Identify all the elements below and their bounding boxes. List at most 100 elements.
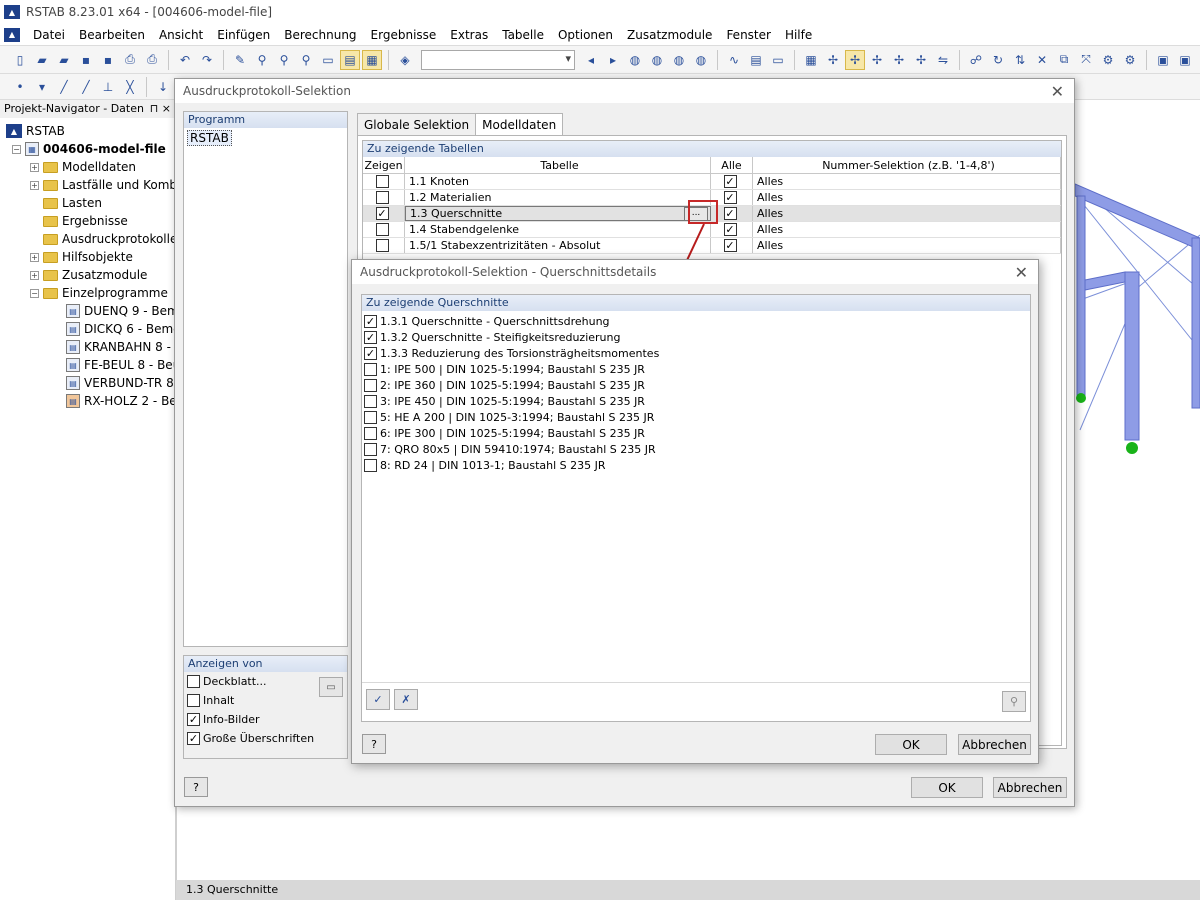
loadcase-icon[interactable]: ◈ [395, 50, 415, 70]
loadcase-combo[interactable] [421, 49, 575, 70]
menu-bearbeiten[interactable]: Bearbeiten [72, 28, 152, 42]
table-row[interactable]: 1.1 Knoten ✓ Alles [363, 174, 1061, 190]
view-x-icon[interactable]: ✢ [823, 50, 843, 70]
tree-item-lastfaelle[interactable]: + Lastfälle und Kombinationen [0, 176, 175, 194]
checkbox[interactable]: ✓ [723, 175, 737, 188]
expand-icon[interactable]: + [30, 180, 39, 190]
tree-program-rxholz[interactable]: ▤ RX-HOLZ 2 - Bemessung [0, 392, 175, 410]
tree-item-zusatzmodule[interactable]: + Zusatzmodule [0, 266, 175, 284]
tree-program-verbund[interactable]: ▤ VERBUND-TR 8 - Verbund [0, 374, 175, 392]
member-icon[interactable]: ╱ [54, 77, 74, 97]
view-pan-icon[interactable]: ⇋ [933, 50, 953, 70]
cover-settings-icon[interactable]: ▭ [319, 677, 343, 697]
import-icon[interactable]: ▣ [1175, 50, 1195, 70]
results-icon[interactable]: ◍ [625, 50, 645, 70]
checkbox[interactable] [364, 442, 377, 456]
model-3d-view[interactable] [1074, 100, 1200, 880]
checkbox[interactable] [187, 675, 200, 688]
checkbox[interactable] [187, 694, 200, 707]
program-item-rstab[interactable]: RSTAB [187, 130, 232, 146]
menu-berechnung[interactable]: Berechnung [277, 28, 363, 42]
redo-icon[interactable]: ↷ [197, 50, 217, 70]
open-multi-icon[interactable]: ▰ [54, 50, 74, 70]
save-all-icon[interactable]: ▪ [98, 50, 118, 70]
checkbox[interactable]: ✓ [187, 713, 200, 726]
list-item[interactable]: 1: IPE 500 | DIN 1025-5:1994; Baustahl S… [362, 361, 1030, 377]
selection-value[interactable]: Alles [753, 238, 1061, 253]
navigator-pin-icon[interactable]: ⊓ × [150, 100, 171, 118]
tab-modelldaten[interactable]: Modelldaten [475, 113, 564, 136]
undo-icon[interactable]: ↶ [175, 50, 195, 70]
zoom-window-icon[interactable]: ⚲ [296, 50, 316, 70]
selection-value[interactable]: Alles [753, 174, 1061, 189]
results-extreme-icon[interactable]: ◍ [691, 50, 711, 70]
option-grosse-ueberschriften[interactable]: ✓ Große Überschriften [184, 729, 347, 748]
menu-fenster[interactable]: Fenster [719, 28, 778, 42]
tree-model[interactable]: − ▦ 004606-model-file [0, 140, 175, 158]
save-icon[interactable]: ▪ [76, 50, 96, 70]
view-iso-icon[interactable]: ▦ [801, 50, 821, 70]
hinge-icon[interactable]: ╳ [120, 77, 140, 97]
close-icon[interactable]: ✕ [1051, 82, 1064, 101]
menu-datei[interactable]: Datei [26, 28, 72, 42]
checkbox[interactable] [364, 426, 377, 440]
expand-icon[interactable]: + [30, 162, 39, 172]
collapse-icon[interactable]: − [12, 144, 21, 154]
move-icon[interactable]: ⤧ [1076, 50, 1096, 70]
member-set-icon[interactable]: ╱ [76, 77, 96, 97]
deselect-all-icon[interactable]: ✗ [394, 689, 418, 710]
menu-ergebnisse[interactable]: Ergebnisse [364, 28, 444, 42]
menu-zusatzmodule[interactable]: Zusatzmodule [620, 28, 719, 42]
new-file-icon[interactable]: ▯ [10, 50, 30, 70]
checkbox[interactable]: ✓ [364, 346, 377, 360]
node-icon[interactable]: • [10, 77, 30, 97]
help-icon[interactable]: ? [184, 777, 208, 797]
list-item[interactable]: 5: HE A 200 | DIN 1025-3:1994; Baustahl … [362, 409, 1030, 425]
gear-icon[interactable]: ⚙ [1120, 50, 1140, 70]
checkbox[interactable]: ✓ [364, 330, 377, 344]
next-arrow-icon[interactable]: ▸ [603, 50, 623, 70]
deformation-icon[interactable]: ∿ [724, 50, 744, 70]
tree-program-kranbahn[interactable]: ▤ KRANBAHN 8 - Bemessung [0, 338, 175, 356]
checkbox[interactable] [375, 239, 389, 252]
select-all-icon[interactable]: ✓ [366, 689, 390, 710]
checkbox[interactable] [364, 394, 377, 408]
results-min-icon[interactable]: ◍ [669, 50, 689, 70]
checkbox[interactable] [364, 362, 377, 376]
close-icon[interactable]: ✕ [1015, 263, 1028, 282]
results-max-icon[interactable]: ◍ [647, 50, 667, 70]
frame-icon[interactable]: ▭ [318, 50, 338, 70]
support-icon[interactable]: ⊥ [98, 77, 118, 97]
settings-icon[interactable]: ⚙ [1098, 50, 1118, 70]
delete-icon[interactable]: ✕ [1032, 50, 1052, 70]
values-icon[interactable]: ▤ [746, 50, 766, 70]
list-item[interactable]: 7: QRO 80x5 | DIN 59410:1974; Baustahl S… [362, 441, 1030, 457]
ok-button[interactable]: OK [875, 734, 947, 755]
menu-einfuegen[interactable]: Einfügen [210, 28, 277, 42]
dropdown-icon[interactable]: ▾ [32, 77, 52, 97]
view-y-icon[interactable]: ✢ [845, 49, 865, 70]
print-icon[interactable]: ⎙ [120, 50, 140, 70]
select-icon[interactable]: ☍ [966, 50, 986, 70]
list-item[interactable]: ✓ 1.3.3 Reduzierung des Torsionsträgheits… [362, 345, 1030, 361]
cancel-button[interactable]: Abbrechen [993, 777, 1067, 798]
selection-value[interactable]: Alles [753, 190, 1061, 205]
checkbox[interactable] [375, 191, 389, 204]
tree-program-febeul[interactable]: ▤ FE-BEUL 8 - Beulsicherheit [0, 356, 175, 374]
view-iz-icon[interactable]: ✢ [889, 50, 909, 70]
checkbox[interactable]: ✓ [187, 732, 200, 745]
app-menu-icon[interactable]: ▲ [4, 27, 20, 42]
selection-value[interactable]: Alles [753, 222, 1061, 237]
ok-button[interactable]: OK [911, 777, 983, 798]
list-item[interactable]: 8: RD 24 | DIN 1013-1; Baustahl S 235 JR [362, 457, 1030, 473]
checkbox[interactable] [364, 410, 377, 424]
checkbox[interactable]: ✓ [364, 314, 377, 328]
selection-value[interactable]: Alles [753, 206, 1061, 221]
collapse-icon[interactable]: − [30, 288, 39, 298]
cancel-button[interactable]: Abbrechen [958, 734, 1031, 755]
tab-globale-selektion[interactable]: Globale Selektion [357, 113, 477, 135]
checkbox[interactable] [364, 458, 377, 472]
tree-item-einzelprogramme[interactable]: − Einzelprogramme [0, 284, 175, 302]
expand-icon[interactable]: + [30, 270, 39, 280]
checkbox[interactable]: ✓ [723, 207, 737, 220]
